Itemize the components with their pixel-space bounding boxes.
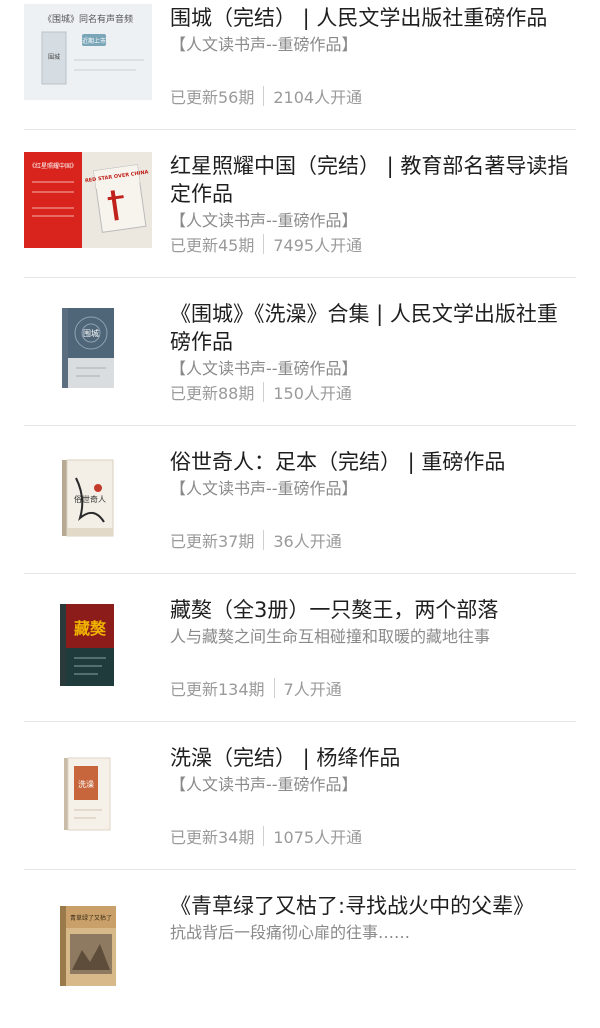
album-cover[interactable]: 藏獒	[24, 596, 152, 692]
album-meta: 已更新45期 7495人开通	[170, 232, 362, 256]
album-title[interactable]: 洗澡（完结） | 杨绛作品	[170, 744, 576, 772]
update-count: 已更新34期	[170, 828, 255, 847]
cover-book-title: 俗世奇人	[74, 494, 106, 504]
album-meta: 已更新56期 2104人开通	[170, 84, 362, 108]
album-item[interactable]: 《红星照耀中国》 RED STAR OVER CHINA 红星照耀中国（完结） …	[0, 130, 600, 278]
subscriber-count: 1075人开通	[273, 828, 363, 847]
album-title[interactable]: 俗世奇人：足本（完结） | 重磅作品	[170, 448, 576, 476]
album-title[interactable]: 藏獒（全3册）一只獒王，两个部落	[170, 596, 576, 624]
album-meta: 已更新134期 7人开通	[170, 676, 342, 700]
cover-headline: 《红星照耀中国》	[29, 162, 77, 170]
cover-badge: 近期上市	[82, 37, 106, 45]
cover-image: 《围城》同名有声音频 近期上市 围城	[24, 4, 152, 100]
album-subtitle: 人与藏獒之间生命互相碰撞和取暖的藏地往事	[170, 627, 491, 646]
meta-divider	[263, 382, 265, 402]
cover-book-title: 洗澡	[78, 779, 94, 789]
cover-image: 青草绿了又枯了	[60, 906, 116, 986]
album-item[interactable]: 围城 《围城》《洗澡》合集 | 人民文学出版社重磅作品 【人文读书声--重磅作品…	[0, 278, 600, 426]
album-cover[interactable]: 洗澡	[24, 744, 152, 840]
album-item[interactable]: 藏獒 藏獒（全3册）一只獒王，两个部落 人与藏獒之间生命互相碰撞和取暖的藏地往事…	[0, 574, 600, 722]
album-cover[interactable]: 俗世奇人	[24, 448, 152, 544]
album-subtitle: 【人文读书声--重磅作品】	[170, 775, 358, 794]
album-subtitle: 抗战背后一段痛彻心扉的往事……	[170, 923, 411, 942]
cover-book-title: 藏獒	[74, 619, 107, 638]
album-meta: 已更新37期 36人开通	[170, 528, 342, 552]
update-count: 已更新45期	[170, 236, 255, 255]
subscriber-count: 7495人开通	[273, 236, 363, 255]
album-meta: 已更新34期 1075人开通	[170, 824, 362, 848]
meta-divider	[263, 530, 265, 550]
album-item[interactable]: 俗世奇人 俗世奇人：足本（完结） | 重磅作品 【人文读书声--重磅作品】 已更…	[0, 426, 600, 574]
update-count: 已更新56期	[170, 88, 255, 107]
subscriber-count: 2104人开通	[273, 88, 363, 107]
meta-divider	[273, 678, 275, 698]
album-cover[interactable]: 围城	[24, 300, 152, 396]
meta-divider	[263, 86, 265, 106]
cover-image: 藏獒	[60, 604, 114, 686]
album-meta: 已更新88期 150人开通	[170, 380, 352, 404]
album-item[interactable]: 洗澡 洗澡（完结） | 杨绛作品 【人文读书声--重磅作品】 已更新34期 10…	[0, 722, 600, 870]
album-subtitle: 【人文读书声--重磅作品】	[170, 479, 358, 498]
cover-image: 《红星照耀中国》 RED STAR OVER CHINA	[24, 152, 152, 248]
cover-book-title: 围城	[48, 54, 60, 61]
cover-book-title: 青草绿了又枯了	[70, 914, 112, 922]
update-count: 已更新134期	[170, 680, 265, 699]
album-title[interactable]: 《围城》《洗澡》合集 | 人民文学出版社重磅作品	[170, 300, 576, 356]
subscriber-count: 150人开通	[273, 384, 352, 403]
album-subtitle: 【人文读书声--重磅作品】	[170, 359, 358, 378]
subscriber-count: 7人开通	[283, 680, 342, 699]
album-item[interactable]: 青草绿了又枯了 《青草绿了又枯了:寻找战火中的父辈》 抗战背后一段痛彻心扉的往事…	[0, 870, 600, 1018]
update-count: 已更新37期	[170, 532, 255, 551]
cover-headline: 《围城》同名有声音频	[43, 13, 133, 25]
album-subtitle: 【人文读书声--重磅作品】	[170, 211, 358, 230]
update-count: 已更新88期	[170, 384, 255, 403]
cover-book-title: 围城	[83, 329, 99, 338]
album-item[interactable]: 《围城》同名有声音频 近期上市 围城 围城（完结） | 人民文学出版社重磅作品 …	[0, 0, 600, 130]
album-title[interactable]: 《青草绿了又枯了:寻找战火中的父辈》	[170, 892, 576, 920]
album-title[interactable]: 围城（完结） | 人民文学出版社重磅作品	[170, 4, 576, 32]
cover-image: 俗世奇人	[62, 459, 114, 537]
album-title[interactable]: 红星照耀中国（完结） | 教育部名著导读指定作品	[170, 152, 576, 208]
album-subtitle: 【人文读书声--重磅作品】	[170, 35, 358, 54]
subscriber-count: 36人开通	[273, 532, 342, 551]
album-cover[interactable]: 《围城》同名有声音频 近期上市 围城	[24, 4, 152, 100]
album-cover[interactable]: 《红星照耀中国》 RED STAR OVER CHINA	[24, 152, 152, 248]
album-cover[interactable]: 青草绿了又枯了	[24, 892, 152, 988]
cover-image: 围城	[62, 308, 114, 388]
meta-divider	[263, 826, 265, 846]
meta-divider	[263, 234, 265, 254]
album-list: 《围城》同名有声音频 近期上市 围城 围城（完结） | 人民文学出版社重磅作品 …	[0, 0, 600, 1018]
cover-image: 洗澡	[64, 757, 111, 831]
